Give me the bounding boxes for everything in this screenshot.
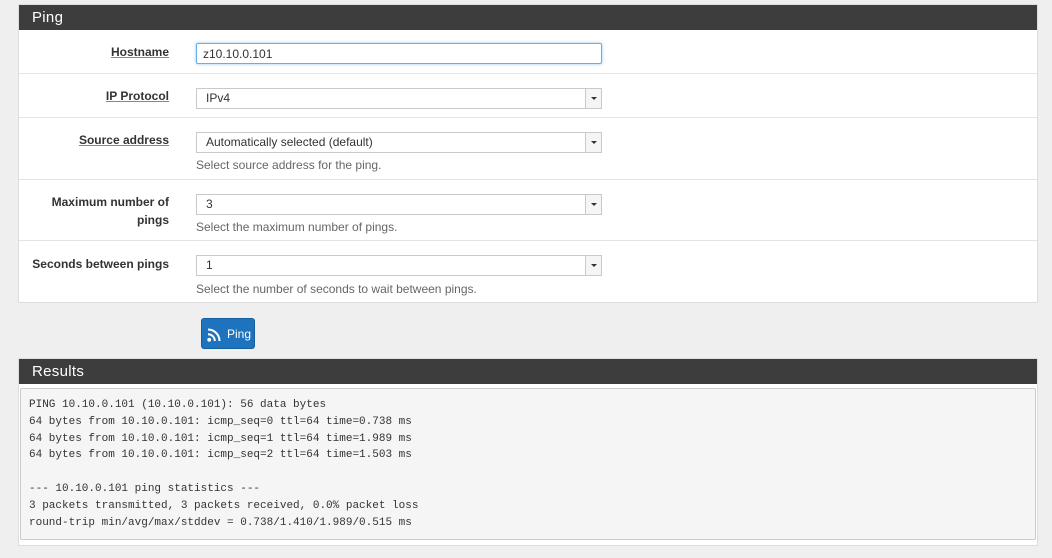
source-address-row: Source address Automatically selected (d…: [19, 117, 1037, 180]
hostname-label: Hostname: [110, 45, 169, 59]
max-pings-label: Maximum number of pings: [52, 193, 169, 229]
max-pings-label-line1: Maximum number of: [51, 195, 169, 209]
seconds-between-help: Select the number of seconds to wait bet…: [196, 282, 477, 296]
results-panel: Results PING 10.10.0.101 (10.10.0.101): …: [18, 358, 1038, 546]
chevron-down-icon[interactable]: [585, 195, 601, 214]
source-address-value: Automatically selected (default): [206, 135, 373, 149]
seconds-between-select[interactable]: 1: [196, 255, 602, 276]
max-pings-value: 3: [206, 197, 213, 211]
source-address-select[interactable]: Automatically selected (default): [196, 132, 602, 153]
seconds-between-value: 1: [206, 258, 213, 272]
max-pings-select[interactable]: 3: [196, 194, 602, 215]
max-pings-row: Maximum number of pings 3 Select the max…: [19, 179, 1037, 241]
hostname-input[interactable]: [196, 43, 602, 64]
max-pings-help: Select the maximum number of pings.: [196, 220, 398, 234]
rss-icon: [207, 328, 221, 345]
chevron-down-icon[interactable]: [585, 89, 601, 108]
results-panel-title: Results: [19, 359, 1037, 384]
source-address-help: Select source address for the ping.: [196, 158, 382, 172]
ping-button[interactable]: Ping: [201, 318, 255, 349]
chevron-down-icon[interactable]: [585, 256, 601, 275]
ip-protocol-row: IP Protocol IPv4: [19, 73, 1037, 118]
ip-protocol-select[interactable]: IPv4: [196, 88, 602, 109]
ping-panel: Ping Hostname IP Protocol IPv4 Source ad…: [18, 4, 1038, 303]
results-output: PING 10.10.0.101 (10.10.0.101): 56 data …: [29, 399, 419, 529]
hostname-row: Hostname: [19, 30, 1037, 74]
results-output-box: PING 10.10.0.101 (10.10.0.101): 56 data …: [20, 388, 1036, 540]
max-pings-label-line2: pings: [137, 213, 169, 227]
ping-panel-title: Ping: [19, 5, 1037, 30]
seconds-between-row: Seconds between pings 1 Select the numbe…: [19, 240, 1037, 302]
seconds-between-label: Seconds between pings: [32, 257, 169, 271]
source-address-label: Source address: [78, 133, 169, 147]
chevron-down-icon[interactable]: [585, 133, 601, 152]
ping-button-label: Ping: [227, 327, 252, 341]
ip-protocol-value: IPv4: [206, 91, 231, 105]
ip-protocol-label: IP Protocol: [105, 89, 169, 103]
